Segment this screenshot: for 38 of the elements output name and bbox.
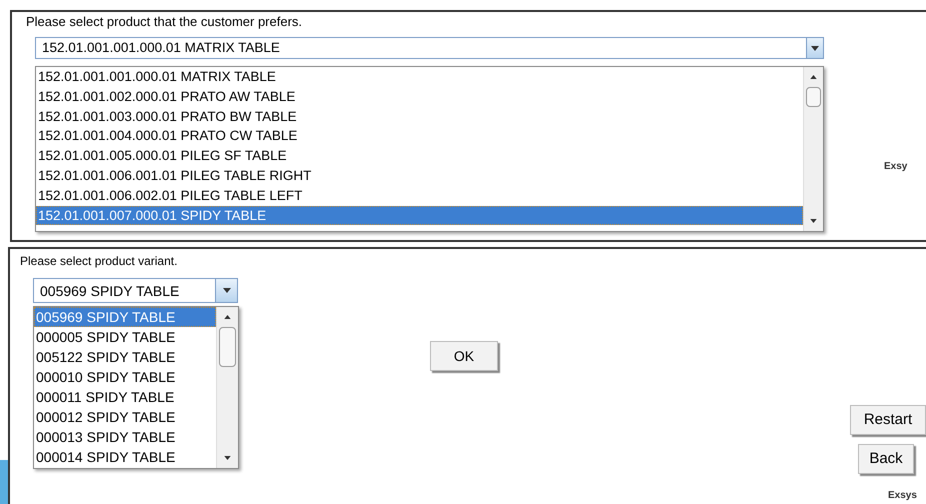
scrollbar[interactable] [216,307,238,468]
down-arrow-icon[interactable] [810,219,817,223]
caret-icon[interactable] [811,46,819,50]
list-option[interactable]: 152.01.001.006.002.01 PILEG TABLE LEFT [36,186,803,206]
scrollbar[interactable] [803,67,823,231]
list-option[interactable]: 005122 SPIDY TABLE [34,347,216,367]
restart-button[interactable]: Restart [850,405,926,435]
list-option[interactable]: 152.01.001.004.000.01 PRATO CW TABLE [36,126,803,146]
dropdown-button[interactable] [215,279,237,302]
up-arrow-icon[interactable] [810,75,817,79]
list-option[interactable]: 000005 SPIDY TABLE [34,327,216,347]
list-option[interactable]: 152.01.001.007.000.01 SPIDY TABLE [36,206,803,226]
brand-text: Exsy [884,160,908,174]
list-option[interactable]: 000014 SPIDY TABLE [34,447,216,467]
list-option[interactable]: 152.01.001.006.001.01 PILEG TABLE RIGHT [36,166,803,186]
list-option[interactable]: 152.01.001.003.000.01 PRATO BW TABLE [36,106,803,126]
list-option[interactable]: 000012 SPIDY TABLE [34,407,216,427]
edge-bar [0,460,8,504]
list-option[interactable]: 152.01.001.005.000.01 PILEG SF TABLE [36,146,803,166]
down-arrow-icon[interactable] [224,456,231,460]
dropdown-field[interactable]: 005969 SPIDY TABLE [33,278,238,303]
prompt-text: Please select product variant. [20,253,178,270]
scroll-thumb[interactable] [219,327,236,367]
list-option[interactable]: 000011 SPIDY TABLE [34,387,216,407]
ok-button[interactable]: OK [430,341,498,371]
up-arrow-icon[interactable] [224,315,231,319]
prompt-text: Please select product that the customer prefers. [26,13,302,31]
list-option[interactable]: 152.01.001.001.000.01 MATRIX TABLE [36,67,803,87]
list-option[interactable]: 152.01.001.002.000.01 PRATO AW TABLE [36,86,803,107]
list-option[interactable]: 000013 SPIDY TABLE [34,427,216,447]
dropdown-button[interactable] [806,38,823,58]
scroll-thumb[interactable] [806,87,822,107]
caret-icon[interactable] [222,288,230,293]
list-option[interactable]: 005969 SPIDY TABLE [34,307,216,327]
dropdown-field[interactable]: 152.01.001.001.000.01 MATRIX TABLE [35,37,824,59]
back-button[interactable]: Back [858,444,914,474]
brand-text: Exsys [888,491,917,501]
list-option[interactable]: 000010 SPIDY TABLE [34,367,216,387]
